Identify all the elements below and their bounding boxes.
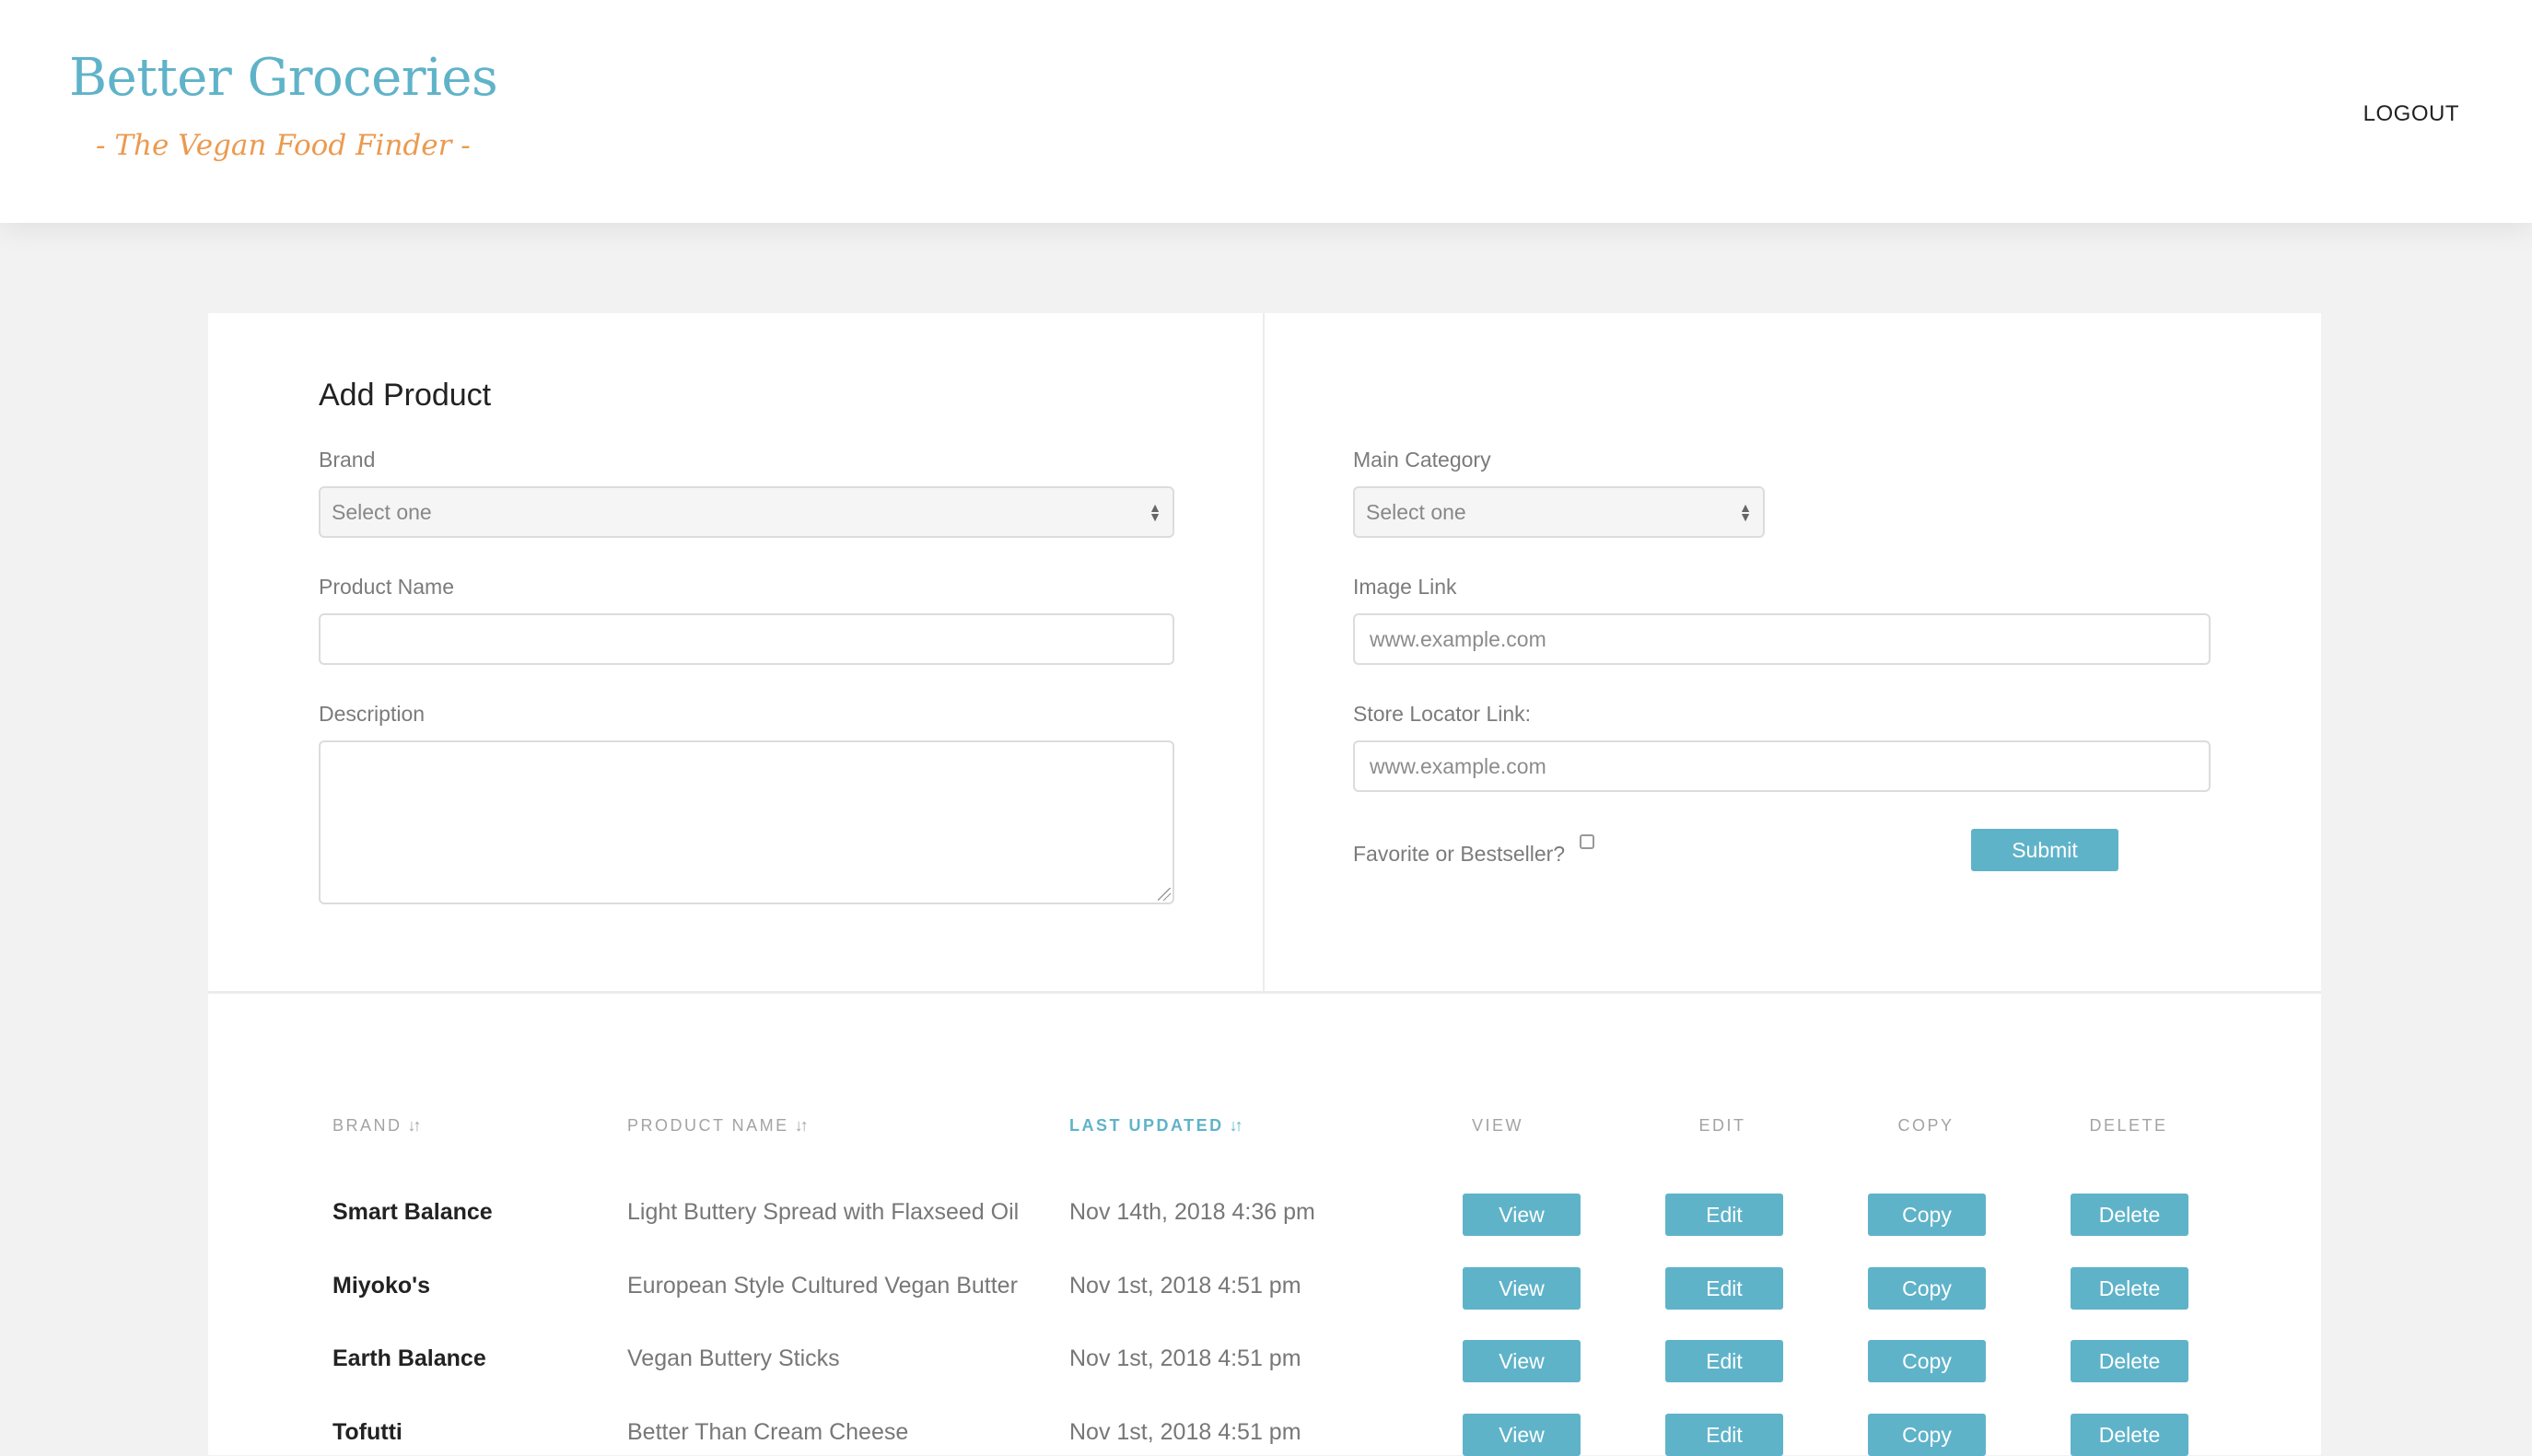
row-last-updated: Nov 1st, 2018 4:51 pm [1069, 1419, 1301, 1445]
brand-select[interactable]: Select one ▲ ▼ [319, 486, 1174, 538]
main-category-select-value: Select one [1366, 499, 1466, 524]
site-tagline: - The Vegan Food Finder - [96, 129, 471, 162]
column-header-last-updated-label: LAST UPDATED [1069, 1116, 1224, 1135]
select-arrows-icon: ▲ ▼ [1739, 500, 1752, 524]
favorite-label: Favorite or Bestseller? [1353, 842, 1566, 866]
row-brand: Earth Balance [333, 1345, 486, 1371]
delete-button[interactable]: Delete [2071, 1194, 2188, 1236]
view-button[interactable]: View [1463, 1414, 1581, 1456]
row-product-name: European Style Cultured Vegan Butter [627, 1273, 1018, 1299]
brand-select-value: Select one [332, 499, 432, 524]
column-header-view-label: VIEW [1472, 1116, 1524, 1135]
row-product-name: Better Than Cream Cheese [627, 1419, 909, 1445]
row-last-updated: Nov 1st, 2018 4:51 pm [1069, 1345, 1301, 1371]
row-brand: Smart Balance [333, 1199, 493, 1225]
product-name-label: Product Name [319, 575, 455, 599]
row-last-updated: Nov 1st, 2018 4:51 pm [1069, 1273, 1301, 1299]
delete-button[interactable]: Delete [2071, 1414, 2188, 1456]
edit-button[interactable]: Edit [1665, 1267, 1783, 1310]
row-product-name: Light Buttery Spread with Flaxseed Oil [627, 1199, 1020, 1225]
description-textarea[interactable] [319, 740, 1174, 904]
column-header-product-name-label: PRODUCT NAME [627, 1116, 789, 1135]
copy-button[interactable]: Copy [1868, 1194, 1986, 1236]
product-name-input[interactable] [319, 613, 1174, 665]
copy-button[interactable]: Copy [1868, 1414, 1986, 1456]
form-title: Add Product [319, 378, 492, 413]
sort-icon: ↓↑ [1229, 1116, 1243, 1135]
add-product-card: Add Product Brand Select one ▲ ▼ Product … [208, 313, 2321, 1456]
edit-button[interactable]: Edit [1665, 1340, 1783, 1382]
column-header-last-updated[interactable]: LAST UPDATED ↓↑ [1069, 1116, 1243, 1136]
row-brand: Miyoko's [333, 1273, 430, 1299]
sort-icon: ↓↑ [794, 1116, 809, 1135]
image-link-input[interactable] [1353, 613, 2211, 665]
column-header-brand[interactable]: BRAND ↓↑ [333, 1116, 422, 1136]
section-divider [208, 991, 2321, 994]
store-locator-input[interactable] [1353, 740, 2211, 792]
logout-link[interactable]: LOGOUT [2363, 101, 2459, 127]
column-header-copy-label: COPY [1897, 1116, 1954, 1135]
brand-label: Brand [319, 448, 376, 472]
view-button[interactable]: View [1463, 1340, 1581, 1382]
select-arrows-icon: ▲ ▼ [1149, 500, 1161, 524]
row-brand: Tofutti [333, 1419, 403, 1445]
description-wrapper [319, 740, 1174, 904]
image-link-label: Image Link [1353, 575, 1457, 599]
main-category-label: Main Category [1353, 448, 1491, 472]
store-locator-label: Store Locator Link: [1353, 702, 1532, 726]
column-divider [1263, 313, 1265, 991]
sort-icon: ↓↑ [407, 1116, 422, 1135]
row-last-updated: Nov 14th, 2018 4:36 pm [1069, 1199, 1315, 1225]
copy-button[interactable]: Copy [1868, 1267, 1986, 1310]
copy-button[interactable]: Copy [1868, 1340, 1986, 1382]
edit-button[interactable]: Edit [1665, 1414, 1783, 1456]
main-category-select[interactable]: Select one ▲ ▼ [1353, 486, 1765, 538]
favorite-checkbox[interactable] [1580, 834, 1594, 849]
site-title[interactable]: Better Groceries [69, 48, 498, 108]
row-product-name: Vegan Buttery Sticks [627, 1345, 840, 1371]
description-label: Description [319, 702, 426, 726]
site-header: Better Groceries - The Vegan Food Finder… [0, 0, 2532, 223]
column-header-brand-label: BRAND [333, 1116, 403, 1135]
column-header-delete-label: DELETE [2089, 1116, 2168, 1135]
view-button[interactable]: View [1463, 1194, 1581, 1236]
delete-button[interactable]: Delete [2071, 1340, 2188, 1382]
resize-grip-icon[interactable] [1158, 888, 1171, 901]
column-header-edit-label: EDIT [1698, 1116, 1746, 1135]
submit-button[interactable]: Submit [1971, 829, 2118, 871]
delete-button[interactable]: Delete [2071, 1267, 2188, 1310]
column-header-product-name[interactable]: PRODUCT NAME ↓↑ [627, 1116, 809, 1136]
edit-button[interactable]: Edit [1665, 1194, 1783, 1236]
view-button[interactable]: View [1463, 1267, 1581, 1310]
